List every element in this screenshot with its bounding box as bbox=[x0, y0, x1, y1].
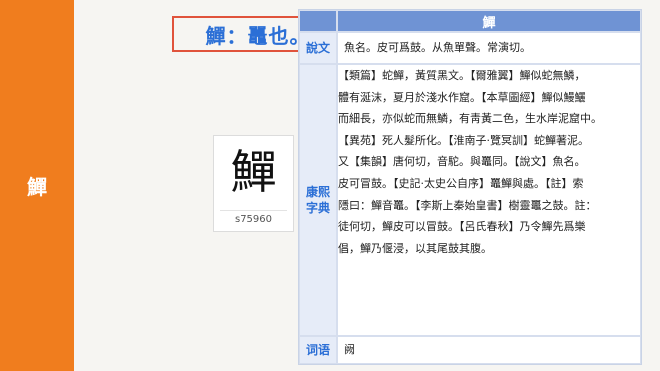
header-blank-cell bbox=[299, 10, 337, 32]
table-header-row: 鱓 bbox=[299, 10, 641, 32]
kangxi-line: 體有涎沫，夏月於淺水作窟。【本草圖經】鱓似鰻鱺 bbox=[338, 90, 586, 104]
kangxi-line: 皮可冒鼓。【史記·太史公自序】鼉鱓與處。【註】索 bbox=[338, 176, 584, 190]
kangxi-line: 又【集韻】唐何切，音駝。與鼉同。【說文】魚名。 bbox=[338, 155, 586, 169]
kangxi-line: 【異苑】死人髮所化。【淮南子·覽冥訓】蛇鱓著泥。 bbox=[338, 133, 589, 147]
ciyu-text: 阙 bbox=[337, 336, 641, 364]
shuowen-text: 魚名。皮可爲鼓。从魚單聲。常演切。 bbox=[337, 32, 641, 64]
kangxi-line: 徒何切，鱓皮可以冒鼓。【呂氏春秋】乃令鱓先爲樂 bbox=[338, 220, 586, 234]
shuowen-label: 說文 bbox=[299, 32, 337, 64]
seal-divider bbox=[220, 210, 287, 211]
seal-code: s75960 bbox=[234, 214, 273, 225]
kangxi-line: 倡，鱓乃偃浸，以其尾鼓其腹。 bbox=[338, 241, 492, 255]
kangxi-label: 康熙 字典 bbox=[299, 64, 337, 336]
headline-definition: 鱓：鼉也。 bbox=[205, 23, 311, 48]
kangxi-line: 隱曰：鱓音鼉。【李斯上秦始皇書】樹靈鼉之鼓。註： bbox=[338, 198, 597, 212]
sidebar-character: 鱓 bbox=[27, 175, 47, 199]
kangxi-text: 【類篇】蛇鱓，黃質黑文。【爾雅翼】鱓似蛇無鱗， 體有涎沫，夏月於淺水作窟。【本草… bbox=[337, 64, 641, 336]
dictionary-table: 鱓 說文 魚名。皮可爲鼓。从魚單聲。常演切。 康熙 字典 【類篇】蛇鱓，黃質黑文… bbox=[298, 9, 642, 365]
kangxi-label-line1: 康熙 bbox=[305, 185, 330, 199]
header-character: 鱓 bbox=[337, 10, 641, 32]
row-ciyu: 词语 阙 bbox=[299, 336, 641, 364]
kangxi-line: 【類篇】蛇鱓，黃質黑文。【爾雅翼】鱓似蛇無鱗， bbox=[338, 69, 586, 82]
row-shuowen: 說文 魚名。皮可爲鼓。从魚單聲。常演切。 bbox=[299, 32, 641, 64]
row-kangxi: 康熙 字典 【類篇】蛇鱓，黃質黑文。【爾雅翼】鱓似蛇無鱗， 體有涎沫，夏月於淺水… bbox=[299, 64, 641, 336]
seal-script-glyph: 鱓 bbox=[230, 145, 277, 199]
kangxi-line: 而細長，亦似蛇而無鱗，有靑黃二色，生水岸泥窟中。 bbox=[338, 112, 602, 126]
sidebar: 鱓 bbox=[0, 0, 74, 371]
seal-script-card[interactable]: 鱓 s75960 bbox=[213, 135, 294, 232]
kangxi-label-line2: 字典 bbox=[305, 201, 330, 215]
ciyu-label: 词语 bbox=[299, 336, 337, 364]
